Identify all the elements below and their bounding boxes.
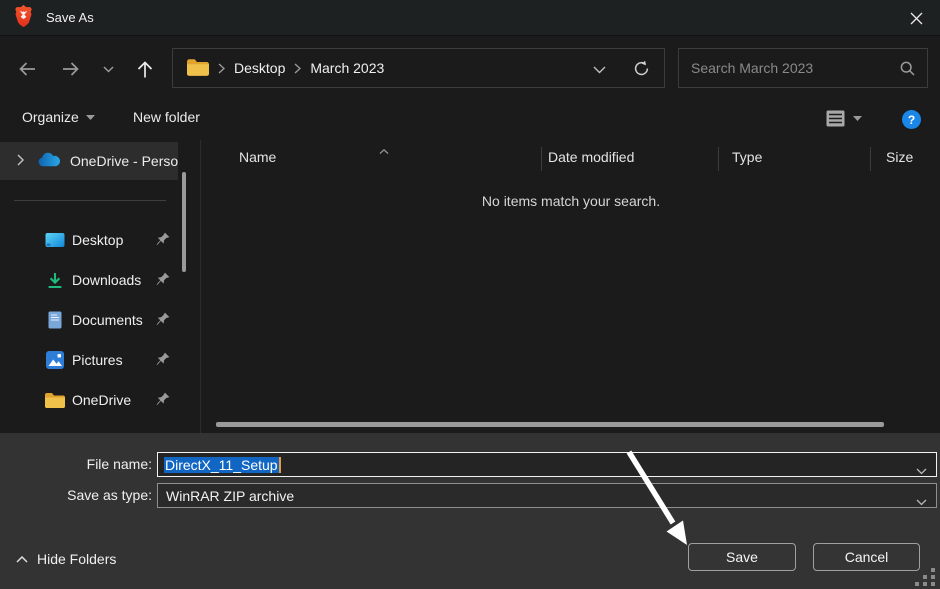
navigation-bar: Desktop March 2023 xyxy=(0,36,940,100)
sidebar-item-onedrive-personal[interactable]: OneDrive - Perso xyxy=(0,142,178,180)
file-name-input[interactable]: DirectX_11_Setup xyxy=(157,452,937,477)
organize-button[interactable]: Organize xyxy=(22,109,95,125)
column-divider[interactable] xyxy=(870,147,871,171)
chevron-right-icon xyxy=(218,63,225,74)
chevron-down-icon[interactable] xyxy=(916,493,927,509)
sidebar-item-downloads[interactable]: Downloads xyxy=(0,260,180,300)
save-as-type-select[interactable]: WinRAR ZIP archive xyxy=(157,483,937,508)
search-icon[interactable] xyxy=(900,61,915,79)
sidebar-item-documents[interactable]: Documents xyxy=(0,300,180,340)
breadcrumb: Desktop March 2023 xyxy=(172,48,665,88)
organize-label: Organize xyxy=(22,109,79,125)
empty-results-message: No items match your search. xyxy=(201,193,940,209)
folder-icon xyxy=(44,392,66,408)
recent-locations-button[interactable] xyxy=(96,56,120,82)
folder-icon xyxy=(187,58,209,79)
chevron-down-icon xyxy=(103,66,114,73)
column-header-size[interactable]: Size xyxy=(886,149,913,165)
onedrive-cloud-icon xyxy=(38,152,61,170)
column-header-date-modified[interactable]: Date modified xyxy=(548,149,634,165)
forward-button[interactable] xyxy=(55,56,85,82)
hide-folders-button[interactable]: Hide Folders xyxy=(16,551,116,567)
refresh-button[interactable] xyxy=(633,60,650,80)
close-icon xyxy=(910,12,923,25)
sidebar-item-label: Pictures xyxy=(72,352,123,368)
column-header-type[interactable]: Type xyxy=(732,149,762,165)
pin-icon xyxy=(156,312,170,329)
chevron-right-icon xyxy=(294,63,301,74)
pin-icon xyxy=(156,272,170,289)
breadcrumb-item-march-2023[interactable]: March 2023 xyxy=(310,60,384,76)
save-button[interactable]: Save xyxy=(688,543,796,571)
up-button[interactable] xyxy=(130,56,160,82)
chevron-down-icon xyxy=(593,66,606,74)
sidebar-item-label: Downloads xyxy=(72,272,141,288)
documents-icon xyxy=(44,311,66,329)
text-caret xyxy=(279,457,281,473)
back-button[interactable] xyxy=(12,56,42,82)
brave-icon xyxy=(13,4,34,31)
question-mark-icon: ? xyxy=(908,113,915,127)
cancel-button[interactable]: Cancel xyxy=(813,543,920,571)
sidebar-item-march-2023[interactable]: March 2023 xyxy=(0,420,180,433)
sidebar-item-onedrive-folder[interactable]: OneDrive xyxy=(0,380,180,420)
change-view-button[interactable] xyxy=(826,110,862,127)
save-as-dialog: Save As xyxy=(0,0,940,589)
breadcrumb-item-desktop[interactable]: Desktop xyxy=(234,60,285,76)
file-name-value-selected: DirectX_11_Setup xyxy=(164,457,279,473)
sidebar-item-label: Desktop xyxy=(72,232,123,248)
sidebar-item-label: OneDrive - Perso xyxy=(70,153,178,169)
back-arrow-icon xyxy=(18,60,37,78)
refresh-icon xyxy=(633,60,650,77)
pin-icon xyxy=(156,232,170,249)
up-arrow-icon xyxy=(136,60,154,79)
chevron-down-icon[interactable] xyxy=(916,462,927,478)
folder-tree-sidebar: OneDrive - Perso Desktop xyxy=(0,140,198,433)
pin-icon xyxy=(156,392,170,409)
forward-arrow-icon xyxy=(61,60,80,78)
save-as-type-value: WinRAR ZIP archive xyxy=(166,488,294,504)
save-as-type-label: Save as type: xyxy=(0,487,152,503)
search-input[interactable] xyxy=(691,50,891,86)
column-divider[interactable] xyxy=(718,147,719,171)
chevron-up-icon xyxy=(16,556,28,563)
pin-icon xyxy=(156,352,170,369)
dropdown-caret-icon xyxy=(86,115,95,120)
title-bar: Save As xyxy=(0,0,940,36)
help-button[interactable]: ? xyxy=(902,110,921,129)
dropdown-caret-icon xyxy=(853,116,862,121)
sidebar-divider xyxy=(14,200,166,201)
sidebar-scrollbar[interactable] xyxy=(182,172,186,272)
window-title: Save As xyxy=(46,10,94,25)
new-folder-button[interactable]: New folder xyxy=(133,109,200,125)
sidebar-item-pictures[interactable]: Pictures xyxy=(0,340,180,380)
downloads-icon xyxy=(44,272,66,289)
sidebar-item-label: OneDrive xyxy=(72,392,131,408)
close-button[interactable] xyxy=(902,5,930,31)
pictures-icon xyxy=(44,351,66,369)
column-header-name[interactable]: Name xyxy=(239,149,276,165)
resize-grip-icon[interactable] xyxy=(915,568,937,587)
column-divider[interactable] xyxy=(541,147,542,171)
address-dropdown-button[interactable] xyxy=(593,61,606,77)
sidebar-item-desktop[interactable]: Desktop xyxy=(0,220,180,260)
file-list-panel: Name Date modified Type Size No items ma… xyxy=(200,140,940,433)
hide-folders-label: Hide Folders xyxy=(37,551,116,567)
details-view-icon xyxy=(826,110,845,127)
search-box xyxy=(678,48,928,88)
sort-ascending-icon xyxy=(379,141,389,157)
command-toolbar: Organize New folder ? xyxy=(0,100,940,140)
desktop-icon xyxy=(44,232,66,248)
horizontal-scrollbar[interactable] xyxy=(216,422,884,427)
save-options-panel: File name: DirectX_11_Setup Save as type… xyxy=(0,433,940,589)
file-name-label: File name: xyxy=(0,456,152,472)
sidebar-item-label: Documents xyxy=(72,312,143,328)
expand-chevron-icon[interactable] xyxy=(17,153,24,169)
